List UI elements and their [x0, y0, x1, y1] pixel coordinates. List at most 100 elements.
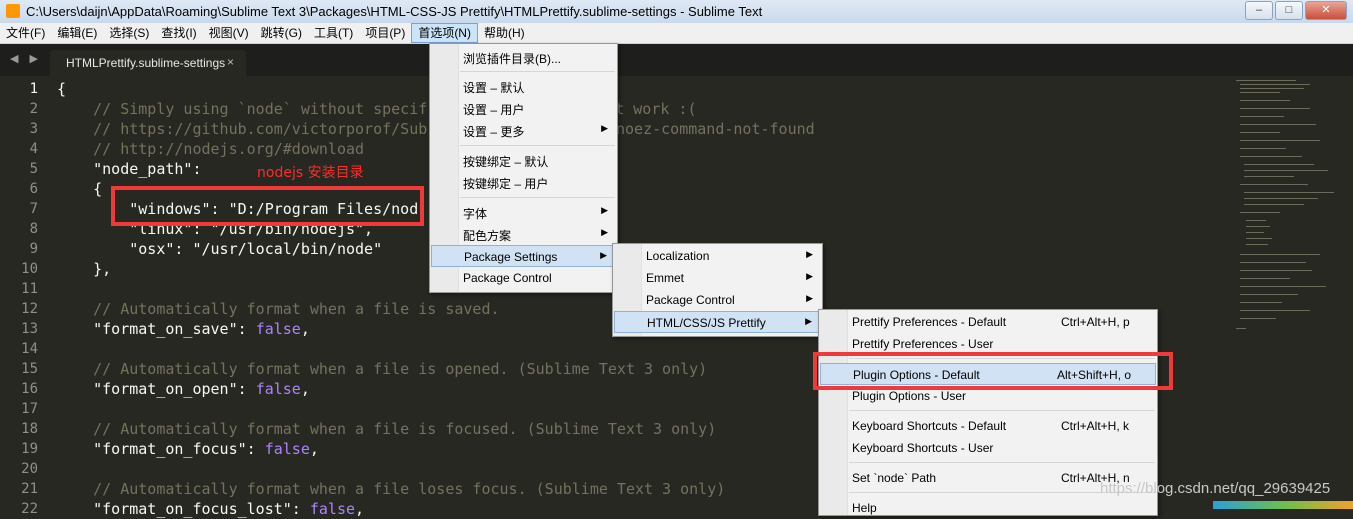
menu-item-settings-user[interactable]: 设置 – 用户	[431, 97, 616, 119]
menu-item-browse-packages[interactable]: 浏览插件目录(B)...	[431, 46, 616, 68]
code-line: // Simply using `node` without specif	[57, 100, 428, 118]
submenu-arrow-icon: ▶	[601, 123, 608, 133]
menu-tools[interactable]: 工具(T)	[308, 23, 359, 43]
line-number: 20	[21, 461, 38, 477]
code-line: // Automatically format when a file is s…	[57, 300, 500, 318]
menu-item-settings-default[interactable]: 设置 – 默认	[431, 75, 616, 97]
highlight-box-plugin-options	[813, 352, 1173, 390]
minimap[interactable]	[1232, 78, 1342, 438]
code-line: // Automatically format when a file lose…	[57, 480, 726, 498]
tab-htmlprettify-settings[interactable]: HTMLPrettify.sublime-settings ×	[50, 50, 246, 76]
code-line: },	[57, 260, 112, 278]
menu-help[interactable]: 帮助(H)	[478, 23, 531, 43]
code-line: "format_on_open": false,	[57, 380, 310, 398]
code-line: "node_path":	[57, 160, 202, 178]
submenu-arrow-icon: ▶	[806, 293, 813, 303]
menu-edit[interactable]: 编辑(E)	[51, 23, 103, 43]
menu-item-html-css-js-prettify[interactable]: HTML/CSS/JS Prettify ▶	[614, 311, 821, 333]
line-number: 19	[21, 441, 38, 457]
line-number: 13	[21, 321, 38, 337]
boolean-literal: false	[264, 440, 310, 458]
annotation-nodejs-dir: nodejs 安装目录	[257, 165, 364, 181]
boolean-literal: false	[255, 320, 301, 338]
menu-item-keyboard-shortcuts-user[interactable]: Keyboard Shortcuts - User	[820, 437, 1156, 459]
code-line: // Automatically format when a file is f…	[57, 420, 717, 438]
menu-preferences[interactable]: 首选项(N)	[411, 23, 478, 43]
line-number: 17	[21, 401, 38, 417]
tab-close-icon[interactable]: ×	[227, 55, 234, 69]
menu-project[interactable]: 项目(P)	[359, 23, 411, 43]
menu-item-help[interactable]: Help	[820, 497, 1156, 519]
code-line: {	[57, 80, 67, 98]
line-number: 9	[29, 241, 38, 257]
menu-bar: 文件(F) 编辑(E) 选择(S) 查找(I) 视图(V) 跳转(G) 工具(T…	[0, 23, 1353, 44]
line-number: 2	[29, 101, 38, 117]
shortcut-label: Ctrl+Alt+H, p	[1061, 315, 1130, 329]
boolean-literal: false	[255, 380, 301, 398]
menu-selection[interactable]: 选择(S)	[103, 23, 155, 43]
submenu-arrow-icon: ▶	[601, 227, 608, 237]
menu-item-package-control[interactable]: Package Control	[431, 267, 616, 289]
submenu-arrow-icon: ▶	[805, 316, 812, 326]
code-line-tail: noez-command-not-found	[616, 120, 815, 138]
menu-item-package-control-settings[interactable]: Package Control ▶	[614, 289, 821, 311]
tab-nav-arrows-icon[interactable]: ◀ ▶	[10, 52, 42, 65]
tab-bar: ◀ ▶ HTMLPrettify.sublime-settings ×	[0, 44, 1353, 76]
menu-item-keyboard-shortcuts-default[interactable]: Keyboard Shortcuts - Default Ctrl+Alt+H, …	[820, 415, 1156, 437]
close-button[interactable]: ✕	[1305, 1, 1347, 20]
submenu-arrow-icon: ▶	[806, 271, 813, 281]
line-number: 22	[21, 501, 38, 517]
highlight-box-windows-path	[111, 186, 424, 226]
menu-item-keybindings-user[interactable]: 按键绑定 – 用户	[431, 171, 616, 193]
submenu-arrow-icon: ▶	[600, 250, 607, 260]
maximize-button[interactable]: □	[1275, 1, 1303, 20]
package-settings-submenu: Localization ▶ Emmet ▶ Package Control ▶ HT…	[612, 243, 823, 337]
line-number: 11	[21, 281, 38, 297]
menu-item-settings-more[interactable]: 设置 – 更多 ▶	[431, 119, 616, 141]
minimize-button[interactable]: –	[1245, 1, 1273, 20]
line-number: 21	[21, 481, 38, 497]
menu-item-keybindings-default[interactable]: 按键绑定 – 默认	[431, 149, 616, 171]
preferences-menu: 浏览插件目录(B)... 设置 – 默认 设置 – 用户 设置 – 更多 ▶ 按键…	[429, 43, 618, 293]
code-line: // Automatically format when a file is o…	[57, 360, 708, 378]
window-title: C:\Users\daijn\AppData\Roaming\Sublime T…	[26, 4, 763, 19]
menu-goto[interactable]: 跳转(G)	[255, 23, 308, 43]
menu-view[interactable]: 视图(V)	[203, 23, 255, 43]
menu-item-package-settings[interactable]: Package Settings ▶	[431, 245, 616, 267]
menu-item-font[interactable]: 字体 ▶	[431, 201, 616, 223]
boolean-literal: false	[309, 500, 356, 518]
window-controls: – □ ✕	[1245, 1, 1347, 20]
line-number: 10	[21, 261, 38, 277]
line-number: 15	[21, 361, 38, 377]
menu-file[interactable]: 文件(F)	[0, 23, 51, 43]
submenu-arrow-icon: ▶	[806, 249, 813, 259]
line-number: 8	[29, 221, 38, 237]
line-number: 18	[21, 421, 38, 437]
code-line: "format_on_focus_lost": false,	[57, 500, 365, 518]
line-number: 5	[29, 161, 38, 177]
line-number: 1	[29, 81, 38, 97]
code-line: "format_on_focus": false,	[57, 440, 319, 458]
submenu-arrow-icon: ▶	[601, 205, 608, 215]
code-line: // https://github.com/victorporof/Sub	[57, 120, 428, 138]
line-number: 14	[21, 341, 38, 357]
code-line: "osx": "/usr/local/bin/node"	[57, 240, 383, 258]
code-line: {	[57, 180, 103, 198]
line-number: 16	[21, 381, 38, 397]
line-number: 4	[29, 141, 38, 157]
tab-title: HTMLPrettify.sublime-settings	[66, 56, 226, 70]
menu-item-localization[interactable]: Localization ▶	[614, 245, 821, 267]
line-number: 3	[29, 121, 38, 137]
menu-find[interactable]: 查找(I)	[155, 23, 202, 43]
menu-item-emmet[interactable]: Emmet ▶	[614, 267, 821, 289]
sublime-app-icon	[6, 4, 20, 18]
line-number: 12	[21, 301, 38, 317]
menu-item-color-scheme[interactable]: 配色方案 ▶	[431, 223, 616, 245]
menu-item-prettify-preferences-default[interactable]: Prettify Preferences - Default Ctrl+Alt+H…	[820, 311, 1156, 333]
watermark-text: https://blog.csdn.net/qq_29639425	[1100, 480, 1331, 497]
line-number: 6	[29, 181, 38, 197]
code-line: "format_on_save": false,	[57, 320, 310, 338]
watermark-logo-bar	[1213, 501, 1353, 509]
title-bar: C:\Users\daijn\AppData\Roaming\Sublime T…	[0, 0, 1353, 24]
shortcut-label: Ctrl+Alt+H, k	[1061, 419, 1130, 433]
